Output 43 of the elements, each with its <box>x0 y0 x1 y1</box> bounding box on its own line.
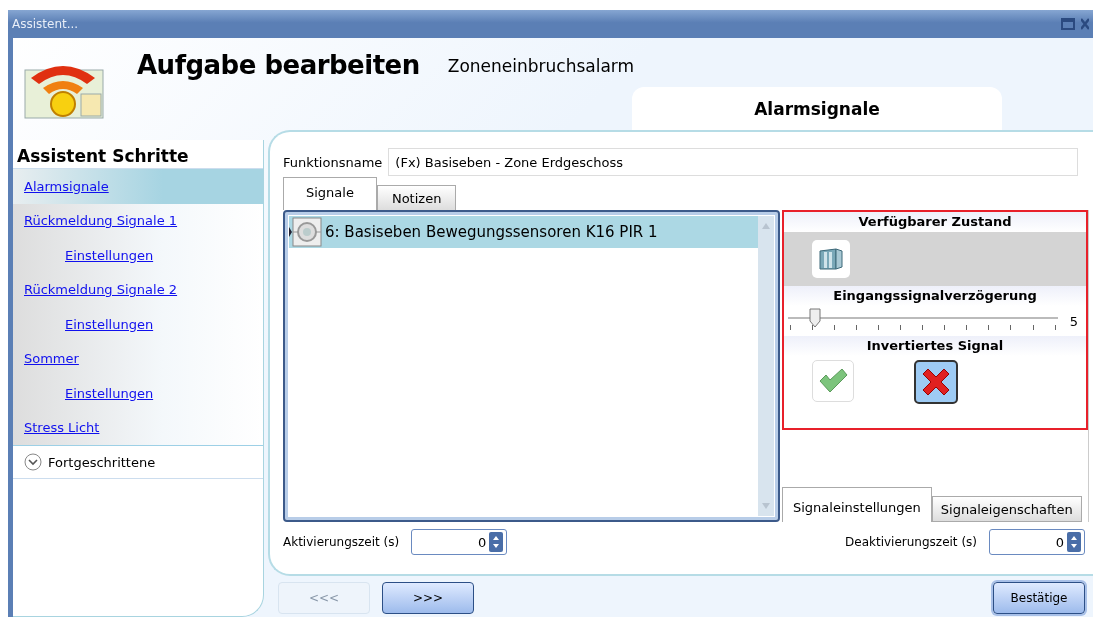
step-link[interactable]: Rückmeldung Signale 1 <box>24 213 178 229</box>
step-link[interactable]: Alarmsignale <box>24 178 109 194</box>
step-link[interactable]: Einstellungen <box>65 385 154 401</box>
cross-icon <box>921 367 951 397</box>
close-icon[interactable] <box>1081 18 1089 30</box>
tab[interactable]: Signaleigenschaften <box>931 496 1082 522</box>
deactivation-spinbox[interactable]: 0 <box>989 529 1085 555</box>
spin-arrows-icon[interactable] <box>489 532 504 552</box>
section-heading: Eingangssignalverzögerung <box>784 286 1086 306</box>
deactivation-label: Deaktivierungszeit (s) <box>845 535 977 549</box>
advanced-expander[interactable]: Fortgeschrittene <box>13 446 263 479</box>
section-heading: Verfügbarer Zustand <box>784 212 1086 232</box>
step-link[interactable]: Sommer <box>24 351 79 367</box>
chevron-icon <box>24 453 42 471</box>
step-link[interactable]: Einstellungen <box>65 247 154 263</box>
section-heading: Invertiertes Signal <box>784 336 1086 356</box>
tab[interactable]: Signale <box>283 177 377 210</box>
activation-spinbox[interactable]: 0 <box>411 529 508 555</box>
page-subtitle: Zoneneinbruchsalarm <box>447 56 635 76</box>
page-title: Aufgabe bearbeiten <box>137 50 420 80</box>
confirm-button[interactable]: Bestätige <box>993 582 1085 614</box>
door-icon <box>818 247 844 271</box>
checkmark-icon <box>818 369 848 393</box>
step-link[interactable]: Rückmeldung Signale 2 <box>24 282 178 298</box>
no-toggle[interactable] <box>914 360 958 404</box>
function-name-label: Funktionsname <box>283 154 383 170</box>
motion-sensor-icon <box>289 217 323 247</box>
slider-thumb[interactable] <box>808 308 821 328</box>
delay-value: 5 <box>1069 313 1078 329</box>
window-title: Assistent... <box>12 17 79 31</box>
signal-row[interactable]: 6: Basiseben Bewegungssensoren K16 PIR 1 <box>289 216 758 248</box>
activation-label: Aktivierungszeit (s) <box>283 535 400 549</box>
tab[interactable]: Signaleinstellungen <box>782 487 932 522</box>
function-name-field[interactable]: (Fx) Basiseben - Zone Erdgeschoss <box>388 148 1079 176</box>
state-button[interactable] <box>812 240 850 278</box>
step-link[interactable]: Stress Licht <box>24 420 100 436</box>
yes-toggle[interactable] <box>812 360 854 402</box>
spin-arrows-icon[interactable] <box>1067 532 1081 552</box>
step-link[interactable]: Einstellungen <box>65 316 154 332</box>
tab[interactable]: Notizen <box>376 185 457 210</box>
maximize-icon[interactable] <box>1061 18 1075 30</box>
nav-button[interactable]: >>> <box>382 582 474 614</box>
sidebar-heading: Assistent Schritte <box>16 145 190 168</box>
